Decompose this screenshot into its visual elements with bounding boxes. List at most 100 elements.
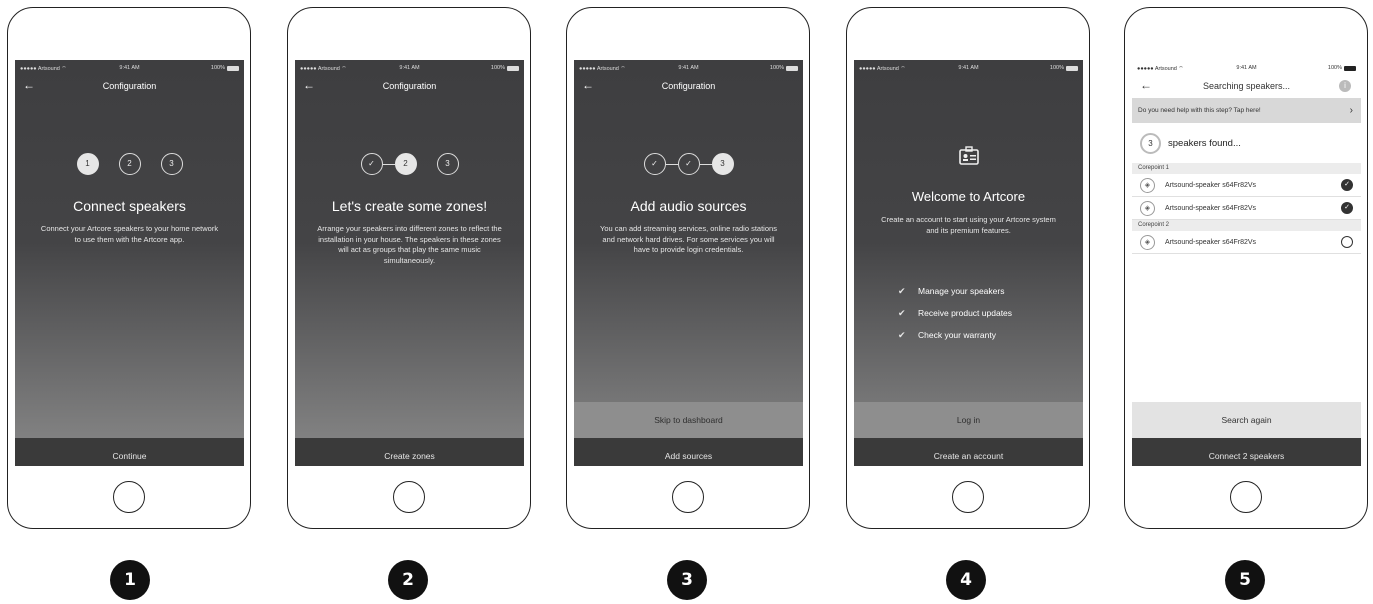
speaker-row[interactable]: ◈ Artsound-speaker s64Fr82Vs ✓ bbox=[1132, 174, 1361, 197]
step-3: 3 bbox=[436, 153, 459, 175]
found-text: speakers found... bbox=[1168, 137, 1241, 149]
phone-frame-3: ●●●●● Artsound ⌔ 9:41 AM 100% ← Configur… bbox=[566, 7, 810, 529]
speaker-icon: ◈ bbox=[1140, 234, 1155, 250]
speaker-row[interactable]: ◈ Artsound-speaker s64Fr82Vs bbox=[1132, 231, 1361, 254]
log-in-button[interactable]: Log in bbox=[854, 402, 1083, 438]
unselected-circle-icon[interactable] bbox=[1341, 236, 1353, 248]
step-badge-2: 2 bbox=[388, 560, 428, 600]
benefit-item: ✔ Receive product updates bbox=[898, 307, 1013, 319]
step-1-done-check-icon: ✓ bbox=[360, 153, 383, 175]
battery-icon bbox=[507, 65, 519, 71]
benefit-item: ✔ Manage your speakers bbox=[898, 285, 1005, 297]
step-3: 3 bbox=[160, 153, 183, 175]
connect-speakers-button[interactable]: Connect 2 speakers bbox=[1132, 438, 1361, 466]
help-bar[interactable]: Do you need help with this step? Tap her… bbox=[1132, 98, 1361, 123]
speaker-name: Artsound-speaker s64Fr82Vs bbox=[1165, 204, 1257, 212]
carrier-label: ●●●●● Artsound ⌔ bbox=[20, 65, 67, 72]
group-header-corepoint-1: Corepoint 1 bbox=[1132, 163, 1361, 174]
battery-icon bbox=[1344, 65, 1356, 71]
found-count-badge: 3 bbox=[1140, 132, 1161, 154]
home-button[interactable] bbox=[952, 481, 984, 513]
status-bar: ●●●●● Artsound ⌔ 9:41 AM 100% bbox=[295, 63, 524, 73]
configuration-screen-sources: ●●●●● Artsound ⌔ 9:41 AM 100% ← Configur… bbox=[574, 60, 803, 466]
carrier-label: ●●●●● Artsound ⌔ bbox=[579, 65, 626, 72]
configuration-screen-zones: ●●●●● Artsound ⌔ 9:41 AM 100% ← Configur… bbox=[295, 60, 524, 466]
info-icon[interactable]: i bbox=[1339, 80, 1351, 92]
nav-bar: ← Configuration bbox=[574, 78, 803, 94]
phone-frame-2: ●●●●● Artsound ⌔ 9:41 AM 100% ← Configur… bbox=[287, 7, 531, 529]
search-again-button[interactable]: Search again bbox=[1132, 402, 1361, 438]
searching-speakers-screen: ●●●●● Artsound ⌔ 9:41 AM 100% ← Searchin… bbox=[1132, 60, 1361, 466]
description: Connect your Artcore speakers to your ho… bbox=[40, 224, 219, 244]
headline: Let's create some zones! bbox=[331, 198, 488, 214]
carrier-label: ●●●●● Artsound ⌔ bbox=[859, 65, 906, 72]
speaker-icon: ◈ bbox=[1140, 200, 1155, 216]
phone-frame-1: ●●●●● Artsound ⌔ 9:41 AM 100% ← Configur… bbox=[7, 7, 251, 529]
headline: Add audio sources bbox=[630, 198, 747, 214]
selected-check-icon[interactable]: ✓ bbox=[1341, 179, 1353, 191]
description: You can add streaming services, online r… bbox=[600, 224, 777, 254]
home-button[interactable] bbox=[1230, 481, 1262, 513]
speaker-name: Artsound-speaker s64Fr82Vs bbox=[1165, 238, 1257, 246]
step-indicator: ✓ 2 3 bbox=[295, 152, 524, 176]
skip-to-dashboard-button[interactable]: Skip to dashboard bbox=[574, 402, 803, 438]
check-icon: ✔ bbox=[898, 329, 906, 340]
continue-button[interactable]: Continue bbox=[15, 438, 244, 466]
phone-frame-4: ●●●●● Artsound ⌔ 9:41 AM 100% Welcome to… bbox=[846, 7, 1090, 529]
step-2: 2 bbox=[118, 153, 141, 175]
step-3: 3 bbox=[711, 153, 734, 175]
status-bar: ●●●●● Artsound ⌔ 9:41 AM 100% bbox=[854, 63, 1083, 73]
welcome-screen: ●●●●● Artsound ⌔ 9:41 AM 100% Welcome to… bbox=[854, 60, 1083, 466]
status-bar: ●●●●● Artsound ⌔ 9:41 AM 100% bbox=[1132, 63, 1361, 73]
step-1: 1 bbox=[76, 153, 99, 175]
step-connector bbox=[382, 163, 395, 165]
back-arrow-icon[interactable]: ← bbox=[582, 78, 594, 92]
back-arrow-icon[interactable]: ← bbox=[23, 78, 35, 92]
status-bar: ●●●●● Artsound ⌔ 9:41 AM 100% bbox=[574, 63, 803, 73]
description: Create an account to start using your Ar… bbox=[881, 215, 1056, 235]
carrier-label: ●●●●● Artsound ⌔ bbox=[1137, 65, 1184, 72]
configuration-screen-connect: ●●●●● Artsound ⌔ 9:41 AM 100% ← Configur… bbox=[15, 60, 244, 466]
home-button[interactable] bbox=[672, 481, 704, 513]
battery-label: 100% bbox=[769, 65, 784, 71]
speakers-found-row: 3 speakers found... bbox=[1140, 129, 1361, 157]
nav-bar: ← Configuration bbox=[15, 78, 244, 94]
headline: Welcome to Artcore bbox=[911, 189, 1026, 204]
carrier-label: ●●●●● Artsound ⌔ bbox=[300, 65, 347, 72]
battery-label: 100% bbox=[210, 65, 225, 71]
step-badge-5: 5 bbox=[1225, 560, 1265, 600]
id-card-icon bbox=[854, 146, 1083, 171]
step-indicator: ✓ ✓ 3 bbox=[574, 152, 803, 176]
nav-title: Configuration bbox=[102, 81, 157, 91]
step-badge-3: 3 bbox=[667, 560, 707, 600]
check-icon: ✔ bbox=[898, 285, 906, 296]
speaker-icon: ◈ bbox=[1140, 177, 1155, 193]
back-arrow-icon[interactable]: ← bbox=[303, 78, 315, 92]
benefit-item: ✔ Check your warranty bbox=[898, 329, 996, 341]
add-sources-button[interactable]: Add sources bbox=[574, 438, 803, 466]
battery-icon bbox=[786, 65, 798, 71]
description: Arrange your speakers into different zon… bbox=[317, 224, 502, 265]
group-header-corepoint-2: Corepoint 2 bbox=[1132, 220, 1361, 231]
nav-title: Configuration bbox=[661, 81, 716, 91]
benefits-list: ✔ Manage your speakers ✔ Receive product u… bbox=[898, 280, 1073, 346]
speaker-row[interactable]: ◈ Artsound-speaker s64Fr82Vs ✓ bbox=[1132, 197, 1361, 220]
step-connector bbox=[665, 163, 678, 165]
nav-bar: ← Searching speakers... i bbox=[1132, 78, 1361, 94]
nav-title: Searching speakers... bbox=[1202, 81, 1291, 91]
step-1-done-check-icon: ✓ bbox=[643, 153, 666, 175]
selected-check-icon[interactable]: ✓ bbox=[1341, 202, 1353, 214]
speaker-name: Artsound-speaker s64Fr82Vs bbox=[1165, 181, 1257, 189]
create-zones-button[interactable]: Create zones bbox=[295, 438, 524, 466]
nav-title: Configuration bbox=[382, 81, 437, 91]
create-account-button[interactable]: Create an account bbox=[854, 438, 1083, 466]
step-2-done-check-icon: ✓ bbox=[677, 153, 700, 175]
step-badge-1: 1 bbox=[110, 560, 150, 600]
phone-frame-5: ●●●●● Artsound ⌔ 9:41 AM 100% ← Searchin… bbox=[1124, 7, 1368, 529]
home-button[interactable] bbox=[393, 481, 425, 513]
home-button[interactable] bbox=[113, 481, 145, 513]
back-arrow-icon[interactable]: ← bbox=[1140, 78, 1152, 92]
step-2: 2 bbox=[394, 153, 417, 175]
nav-bar: ← Configuration bbox=[295, 78, 524, 94]
battery-label: 100% bbox=[1049, 65, 1064, 71]
